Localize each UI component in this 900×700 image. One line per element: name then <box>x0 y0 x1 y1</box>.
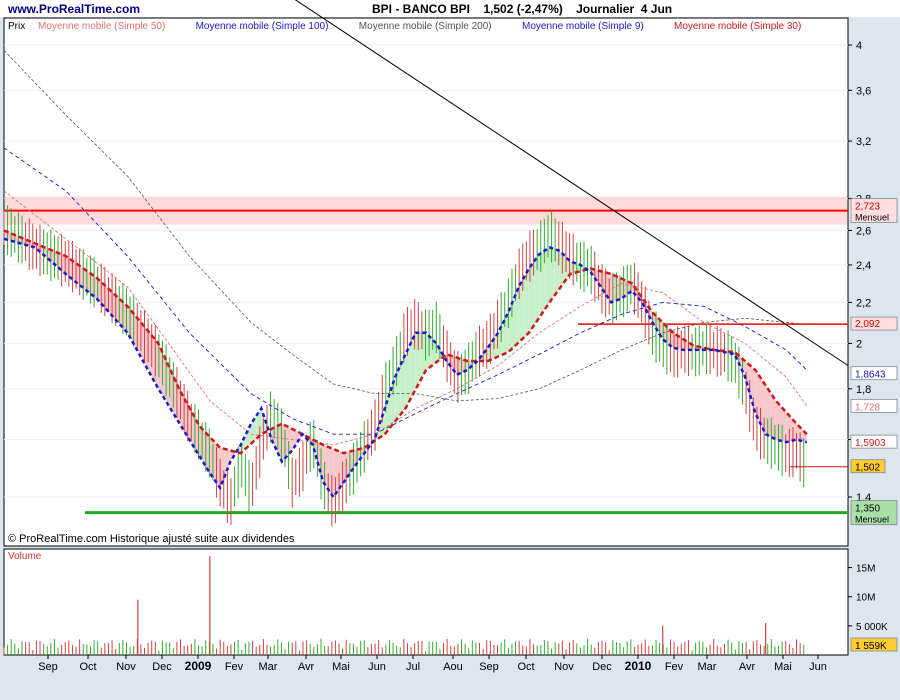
legend: Prix Moyenne mobile (Simple 50) Moyenne mo… <box>8 21 801 32</box>
price-tick-label: 2 <box>856 338 862 350</box>
time-tick-label: Oct <box>79 661 96 673</box>
time-tick-label: Aou <box>443 661 463 673</box>
time-tick-label: 2009 <box>185 659 212 673</box>
time-tick-label: Mai <box>332 661 350 673</box>
ma-fill-segment <box>549 247 555 303</box>
price-tick-label: 3,6 <box>856 85 871 97</box>
time-tick-label: Mai <box>774 661 792 673</box>
time-tick-label: Sep <box>479 661 499 673</box>
legend-item: Moyenne mobile (Simple 200) <box>359 21 492 32</box>
ma-fill-segment <box>765 385 771 437</box>
price-chart[interactable]: Prix Moyenne mobile (Simple 50) Moyenne mo… <box>0 0 900 700</box>
time-tick-label: Mar <box>259 661 278 673</box>
time-tick-label: Nov <box>116 661 136 673</box>
time-tick-label: 2010 <box>625 659 652 673</box>
footer-note: © ProRealTime.com Historique ajusté suit… <box>8 533 295 545</box>
volume-tick-label: 15M <box>856 564 875 575</box>
time-tick-label: Avr <box>298 661 315 673</box>
time-tick-label: Sep <box>38 661 58 673</box>
time-tick-label: Mar <box>698 661 717 673</box>
time-tick-label: Fev <box>665 661 684 673</box>
ma-fill-segment <box>544 247 550 310</box>
legend-item: Prix <box>8 21 25 32</box>
volume-label: Volume <box>8 551 42 562</box>
legend-item: Moyenne mobile (Simple 9) <box>522 21 644 32</box>
price-tick-label: 2,2 <box>856 297 871 309</box>
ma-fill-segment <box>333 449 339 497</box>
price-tick-label: 2,6 <box>856 225 871 237</box>
ma-value-label: 1,5903 <box>855 438 886 449</box>
ma-fill-segment <box>616 276 622 301</box>
ma-value-label: 1,8643 <box>855 370 886 381</box>
price-tick-label: 2,4 <box>856 260 871 272</box>
level-label: 1,350 <box>855 504 880 515</box>
time-tick-label: Nov <box>554 661 574 673</box>
time-tick-label: Jun <box>809 661 827 673</box>
volume-last-label: 1 559K <box>855 641 887 652</box>
time-tick-label: Dec <box>152 661 172 673</box>
time-tick-label: Avr <box>739 661 756 673</box>
legend-item: Moyenne mobile (Simple 50) <box>38 21 165 32</box>
last-price-label: 1,502 <box>855 463 880 474</box>
volume-tick-label: 5 000K <box>856 622 888 633</box>
ma-fill-segment <box>534 254 540 325</box>
price-tick-label: 1,8 <box>856 384 871 396</box>
time-tick-label: Oct <box>517 661 534 673</box>
volume-tick-label: 10M <box>856 593 875 604</box>
time-tick-label: Jul <box>406 661 420 673</box>
time-tick-label: Dec <box>592 661 612 673</box>
ma-value-label: 1,728 <box>855 402 880 413</box>
level-label-period: Mensuel <box>855 515 889 525</box>
level-label: 2,092 <box>855 319 880 330</box>
price-tick-label: 3,2 <box>856 136 871 148</box>
level-label-period: Mensuel <box>855 213 889 223</box>
legend-item: Moyenne mobile (Simple 30) <box>674 21 801 32</box>
volume-panel <box>3 548 849 656</box>
time-tick-label: Jun <box>368 661 386 673</box>
level-label: 2,723 <box>855 202 880 213</box>
ma-fill-segment <box>539 250 545 318</box>
legend-item: Moyenne mobile (Simple 100) <box>196 21 329 32</box>
price-tick-label: 4 <box>856 40 862 52</box>
time-tick-label: Fev <box>225 661 244 673</box>
